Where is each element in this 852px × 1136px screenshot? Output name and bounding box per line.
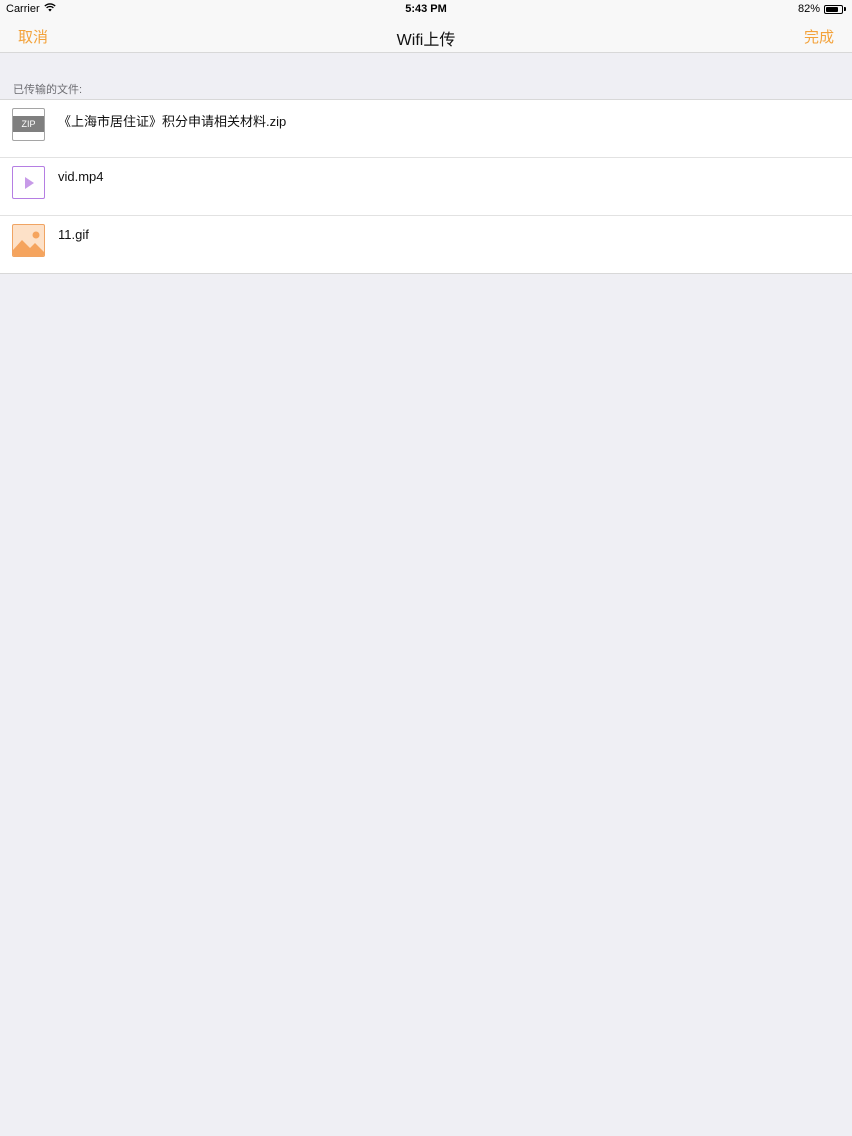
file-name: 《上海市居住证》积分申请相关材料.zip bbox=[58, 114, 287, 129]
play-icon bbox=[25, 177, 34, 189]
status-bar: Carrier 5:43 PM 82% bbox=[0, 0, 852, 18]
landscape-icon bbox=[13, 231, 44, 256]
image-file-icon bbox=[12, 224, 45, 257]
battery-tip bbox=[844, 7, 846, 11]
navigation-bar: 取消 Wifi上传 完成 bbox=[0, 18, 852, 53]
file-name: vid.mp4 bbox=[58, 169, 104, 184]
battery-icon bbox=[824, 4, 843, 14]
section-header: 已传输的文件: bbox=[13, 84, 83, 96]
zip-file-icon: ZIP bbox=[12, 108, 45, 141]
done-button[interactable]: 完成 bbox=[804, 26, 834, 47]
file-list: ZIP 《上海市居住证》积分申请相关材料.zip vid.mp4 11.gif bbox=[0, 99, 852, 274]
page-title: Wifi上传 bbox=[396, 32, 456, 49]
battery-percent: 82% bbox=[797, 3, 820, 15]
status-time: 5:43 PM bbox=[405, 3, 447, 15]
file-row-zip[interactable]: ZIP 《上海市居住证》积分申请相关材料.zip bbox=[0, 100, 852, 158]
file-row-image[interactable]: 11.gif bbox=[0, 216, 852, 273]
file-row-video[interactable]: vid.mp4 bbox=[0, 158, 852, 216]
video-file-icon bbox=[12, 166, 45, 199]
status-right: 82% bbox=[798, 3, 846, 15]
zip-icon-label: ZIP bbox=[13, 116, 44, 132]
file-name: 11.gif bbox=[58, 227, 89, 242]
battery-level bbox=[826, 6, 839, 12]
